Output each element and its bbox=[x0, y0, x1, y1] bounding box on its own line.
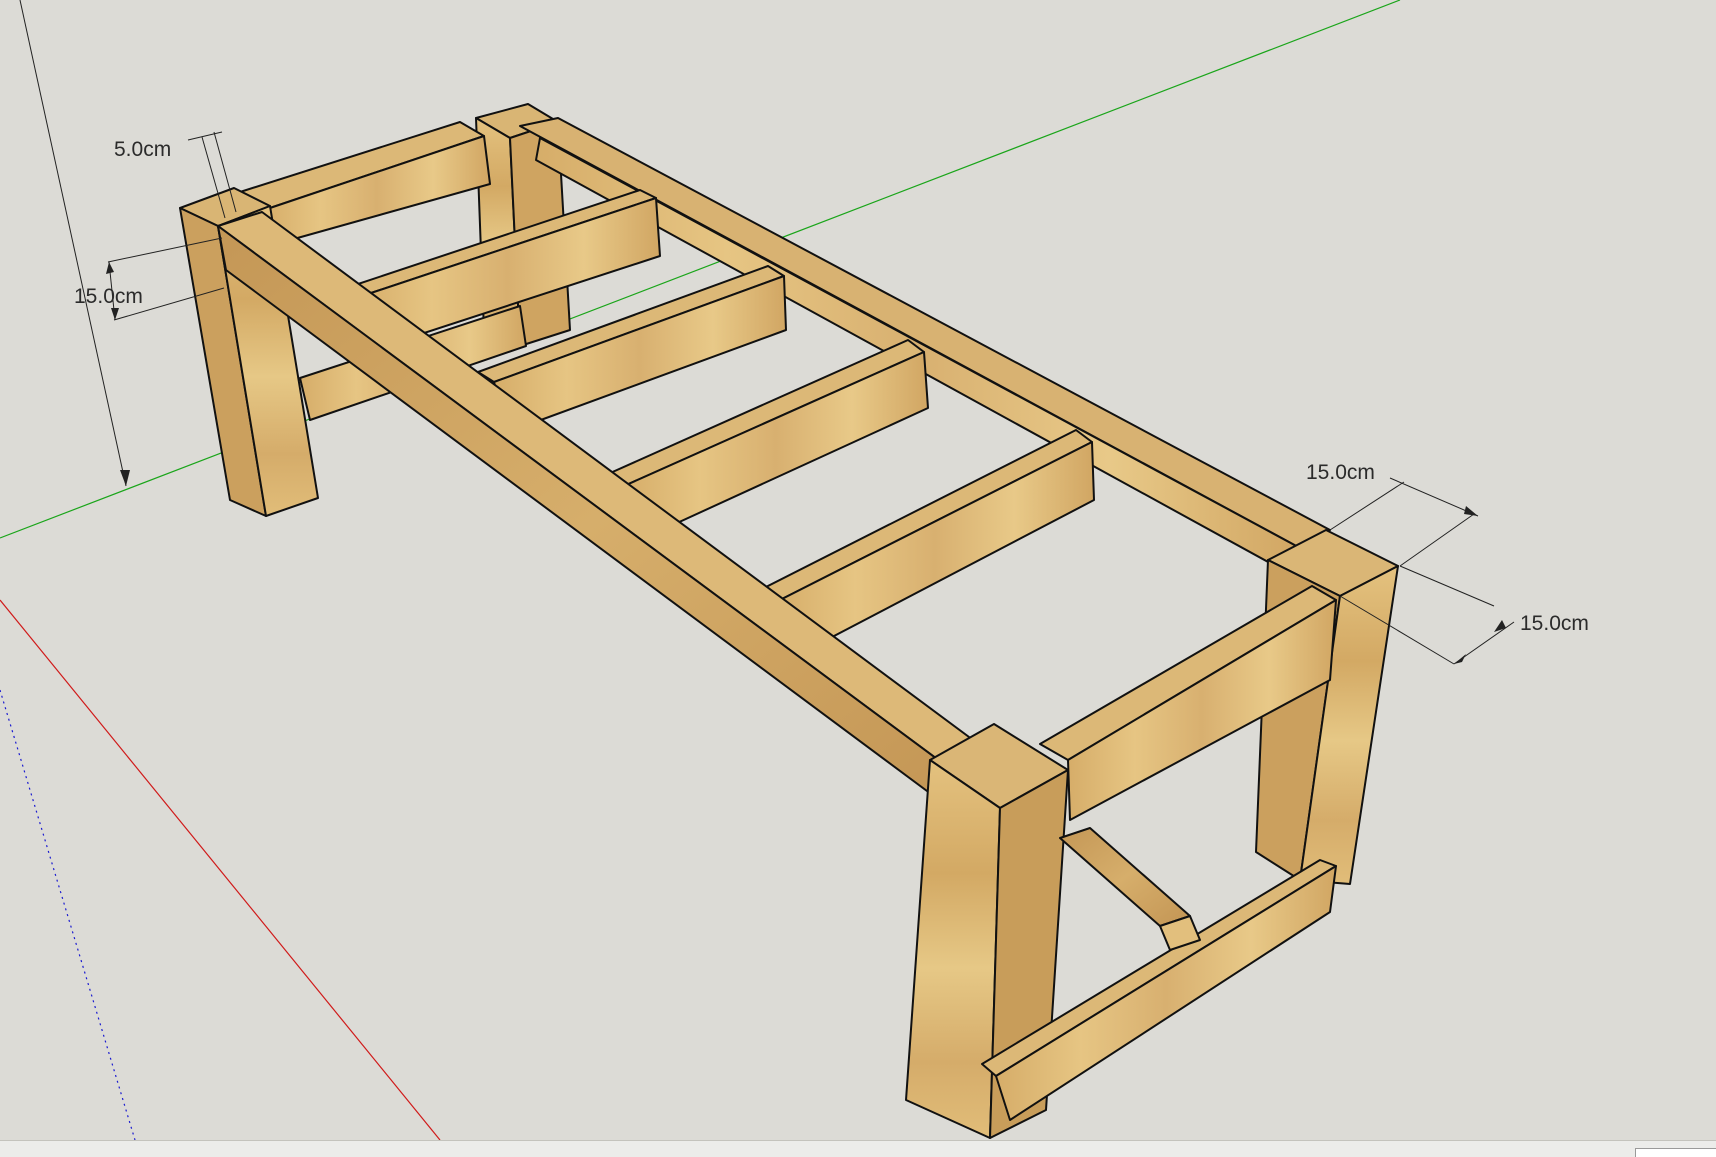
height-dimension-line bbox=[19, 0, 127, 487]
blue-axis bbox=[0, 689, 136, 1140]
dimension-label-rail-height: 15.0cm bbox=[74, 285, 143, 308]
red-axis bbox=[0, 599, 441, 1140]
scene-canvas[interactable]: 5.0cm 15.0cm 15.0cm 15.0cm bbox=[0, 0, 1716, 1140]
center-floor-stretcher[interactable] bbox=[1059, 827, 1201, 951]
status-bar bbox=[0, 1140, 1716, 1157]
dimension-label-leg-width: 15.0cm bbox=[1306, 461, 1375, 484]
modeling-viewport[interactable]: 5.0cm 15.0cm 15.0cm 15.0cm bbox=[0, 0, 1716, 1140]
dimension-label-post-thickness: 5.0cm bbox=[114, 138, 171, 161]
dimension-label-leg-depth: 15.0cm bbox=[1520, 612, 1589, 635]
